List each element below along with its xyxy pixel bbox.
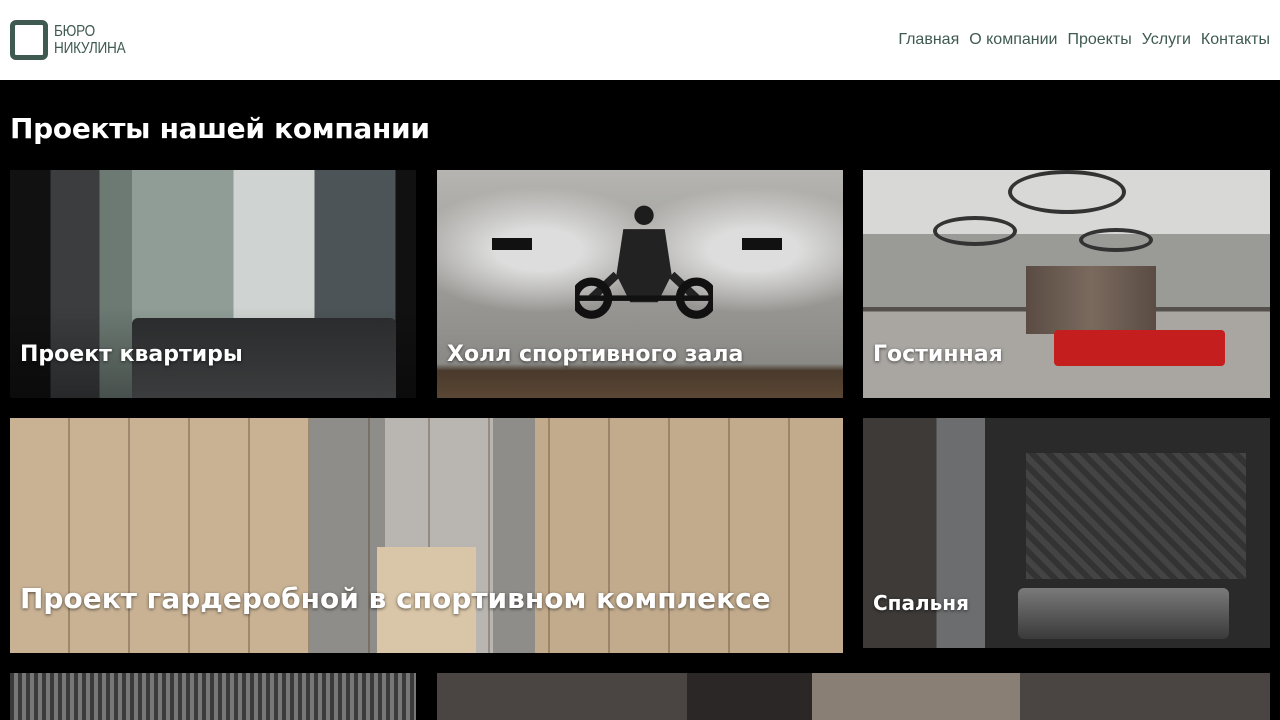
project-card-apartment[interactable]: Проект квартиры xyxy=(10,170,416,398)
page-title: Проекты нашей компании xyxy=(10,112,430,145)
athlete-mural-icon xyxy=(575,205,714,320)
project-image-locker-room xyxy=(10,418,843,653)
wall-lamp-left xyxy=(492,238,532,250)
logo-line-1: БЮРО xyxy=(54,23,95,40)
project-caption: Холл спортивного зала xyxy=(447,342,744,367)
logo[interactable]: БЮРО НИКУЛИНА xyxy=(10,20,138,60)
project-card-gym-hall[interactable]: Холл спортивного зала xyxy=(437,170,843,398)
project-caption: Гостинная xyxy=(873,342,1003,367)
main-nav: Главная О компании Проекты Услуги Контак… xyxy=(898,31,1270,49)
project-card-bedroom[interactable]: Спальня xyxy=(863,418,1270,648)
project-card-partial-1[interactable] xyxy=(10,673,416,720)
project-image-partial-1 xyxy=(10,673,416,720)
site-header: БЮРО НИКУЛИНА Главная О компании Проекты… xyxy=(0,0,1280,80)
nav-home-link[interactable]: Главная xyxy=(898,31,959,49)
ring-light-1 xyxy=(1008,170,1126,214)
logo-square-icon xyxy=(10,20,48,60)
nav-contacts-link[interactable]: Контакты xyxy=(1201,31,1270,49)
project-caption: Спальня xyxy=(873,591,969,615)
project-image-partial-2 xyxy=(437,673,1270,720)
nav-about-link[interactable]: О компании xyxy=(969,31,1057,49)
project-card-locker-room[interactable]: Проект гардеробной в спортивном комплекс… xyxy=(10,418,843,653)
ring-light-2 xyxy=(933,216,1017,246)
nav-services-link[interactable]: Услуги xyxy=(1142,31,1191,49)
project-card-partial-2[interactable] xyxy=(437,673,1270,720)
project-caption: Проект квартиры xyxy=(20,342,243,367)
wall-lamp-right xyxy=(742,238,782,250)
ring-light-3 xyxy=(1079,228,1153,252)
project-caption: Проект гардеробной в спортивном комплекс… xyxy=(20,582,771,615)
logo-text: БЮРО НИКУЛИНА xyxy=(54,23,126,57)
nav-projects-link[interactable]: Проекты xyxy=(1067,31,1131,49)
project-card-living-room[interactable]: Гостинная xyxy=(863,170,1270,398)
logo-line-2: НИКУЛИНА xyxy=(54,40,126,57)
